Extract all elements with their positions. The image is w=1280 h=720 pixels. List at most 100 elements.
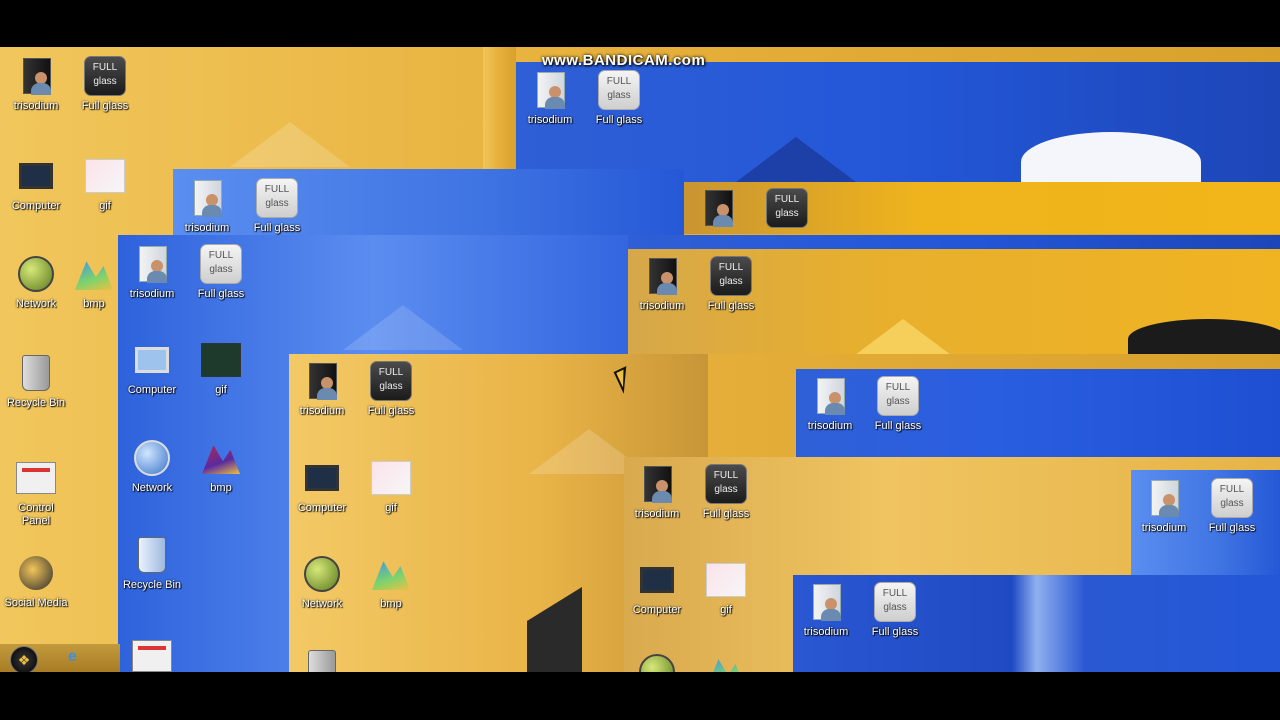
desktop-icon-gif[interactable]: gif xyxy=(69,155,141,213)
icon-label: Computer xyxy=(297,502,347,514)
desktop-icon-full-glass[interactable]: FULL glass Full glass xyxy=(1196,477,1268,535)
icon-label: Full glass xyxy=(81,100,129,112)
desktop-icon-trisodium[interactable]: trisodium xyxy=(626,255,698,313)
desktop-icon-gif[interactable]: gif xyxy=(355,457,427,515)
wallpaper-triangle xyxy=(736,137,856,182)
desktop-icon-full-glass[interactable]: FULL glass Full glass xyxy=(859,581,931,639)
desktop-icon-bmp[interactable]: bmp xyxy=(185,437,257,495)
desktop-icon-computer[interactable]: Computer xyxy=(0,155,72,213)
wallpaper-triangle xyxy=(230,122,350,167)
desktop-icon-computer[interactable]: Computer xyxy=(621,559,693,617)
desktop-icon-network[interactable]: Network xyxy=(0,253,72,311)
bmp-icon xyxy=(370,553,412,595)
desktop-icon-full-glass[interactable]: FULL glass Full glass xyxy=(185,243,257,301)
desktop-stage: trisodium FULL glass Full glass Computer … xyxy=(0,47,1280,672)
user-icon xyxy=(697,187,739,229)
icon-label: Computer xyxy=(127,384,177,396)
windows-orb-icon[interactable]: ❖ xyxy=(10,646,38,672)
icon-label: Full glass xyxy=(253,222,301,234)
gif-icon xyxy=(84,155,126,197)
desktop-icon-bmp[interactable]: bmp xyxy=(355,553,427,611)
icon-label: trisodium xyxy=(803,626,849,638)
desktop-icon-trisodium[interactable]: trisodium xyxy=(116,243,188,301)
desktop-icon-trisodium[interactable]: trisodium xyxy=(794,375,866,433)
desktop-icon-full-glass[interactable]: FULL glass Full glass xyxy=(862,375,934,433)
computer-icon xyxy=(301,457,343,499)
icon-label: Recycle Bin xyxy=(6,397,66,409)
icon-label: Full glass xyxy=(707,300,755,312)
icon-label: trisodium xyxy=(13,100,59,112)
desktop-icon-control-panel[interactable]: Control Panel xyxy=(0,457,72,528)
full-glass-icon: FULL glass xyxy=(766,187,808,229)
icon-label: Control xyxy=(18,502,54,514)
computer-icon xyxy=(15,155,57,197)
icon-label: bmp xyxy=(83,298,105,310)
desktop-icon-social-media[interactable]: Social Media xyxy=(0,552,72,610)
icon-label: Recycle Bin xyxy=(122,579,182,591)
desktop-icon-computer[interactable]: Computer xyxy=(286,457,358,515)
desktop-icon-trisodium[interactable]: trisodium xyxy=(171,177,243,235)
social-media-icon xyxy=(15,552,57,594)
desktop-icon-full-glass[interactable]: FULL glass Full glass xyxy=(695,255,767,313)
desktop-icon-trisodium[interactable]: trisodium xyxy=(790,581,862,639)
icon-label: trisodium xyxy=(639,300,685,312)
icon-label: bmp xyxy=(380,598,402,610)
desktop-icon-trisodium[interactable]: trisodium xyxy=(286,360,358,418)
user-icon xyxy=(805,581,847,623)
desktop-icon-trisodium[interactable]: trisodium xyxy=(514,69,586,127)
icon-label: gif xyxy=(99,200,111,212)
full-glass-icon: FULL glass xyxy=(598,69,640,111)
gif-icon xyxy=(705,559,747,601)
control-panel-icon xyxy=(131,635,173,672)
desktop-icon-bmp[interactable] xyxy=(690,651,762,672)
desktop-icon-network[interactable] xyxy=(621,651,693,672)
internet-explorer-icon[interactable]: e xyxy=(68,648,77,666)
desktop-icon-trisodium[interactable]: trisodium xyxy=(621,463,693,521)
bmp-icon xyxy=(73,253,115,295)
desktop-icon-recycle-bin[interactable]: Recycle Bin xyxy=(0,352,72,410)
desktop-icon-full-glass[interactable]: FULL glass Full glass xyxy=(690,463,762,521)
desktop-icon-bmp[interactable]: bmp xyxy=(69,253,119,311)
desktop-icon-recycle-bin[interactable]: Recycle Bin xyxy=(116,534,188,592)
desktop-icon-recycle-bin[interactable] xyxy=(286,647,358,672)
wallpaper-hill xyxy=(1021,132,1201,182)
icon-label: Computer xyxy=(11,200,61,212)
desktop-icon-control-panel[interactable] xyxy=(116,635,188,672)
desktop-icon-full-glass[interactable]: FULL glass Full glass xyxy=(241,177,313,235)
desktop-icon-gif[interactable]: gif xyxy=(185,339,257,397)
icon-label: trisodium xyxy=(527,114,573,126)
desktop-icon-full-glass[interactable]: FULL glass Full glass xyxy=(69,55,141,113)
desktop-icon-network[interactable]: Network xyxy=(286,553,358,611)
recycle-bin-icon xyxy=(15,352,57,394)
icon-label: gif xyxy=(385,502,397,514)
icon-label: Full glass xyxy=(197,288,245,300)
full-glass-icon: FULL glass xyxy=(370,360,412,402)
icon-label: gif xyxy=(720,604,732,616)
full-glass-icon: FULL glass xyxy=(705,463,747,505)
user-icon xyxy=(131,243,173,285)
desktop-icon-computer[interactable]: Computer xyxy=(116,339,188,397)
bandicam-watermark: www.BANDICAM.com xyxy=(542,52,706,69)
full-glass-icon: FULL glass xyxy=(256,177,298,219)
desktop-icon-trisodium[interactable]: trisodium xyxy=(1128,477,1200,535)
icon-label: Network xyxy=(15,298,57,310)
desktop-icon-full-glass[interactable]: FULL glass xyxy=(751,187,823,229)
letterbox-top xyxy=(0,0,1280,47)
desktop-icon-trisodium[interactable]: trisodium xyxy=(0,55,72,113)
icon-label: Full glass xyxy=(871,626,919,638)
desktop-icon-full-glass[interactable]: FULL glass Full glass xyxy=(355,360,427,418)
wallpaper-triangle xyxy=(843,319,963,354)
desktop-icon-gif[interactable]: gif xyxy=(690,559,762,617)
network-icon xyxy=(636,651,678,672)
full-glass-icon: FULL glass xyxy=(200,243,242,285)
icon-label: trisodium xyxy=(184,222,230,234)
user-icon xyxy=(15,55,57,97)
desktop-icon-full-glass[interactable]: FULL glass Full glass xyxy=(583,69,655,127)
wallpaper-triangle xyxy=(343,305,463,350)
icon-label: gif xyxy=(215,384,227,396)
icon-label: Computer xyxy=(632,604,682,616)
user-icon xyxy=(636,463,678,505)
desktop-icon-network[interactable]: Network xyxy=(116,437,188,495)
desktop-icon-trisodium[interactable] xyxy=(682,187,754,229)
recycle-bin-icon xyxy=(131,534,173,576)
